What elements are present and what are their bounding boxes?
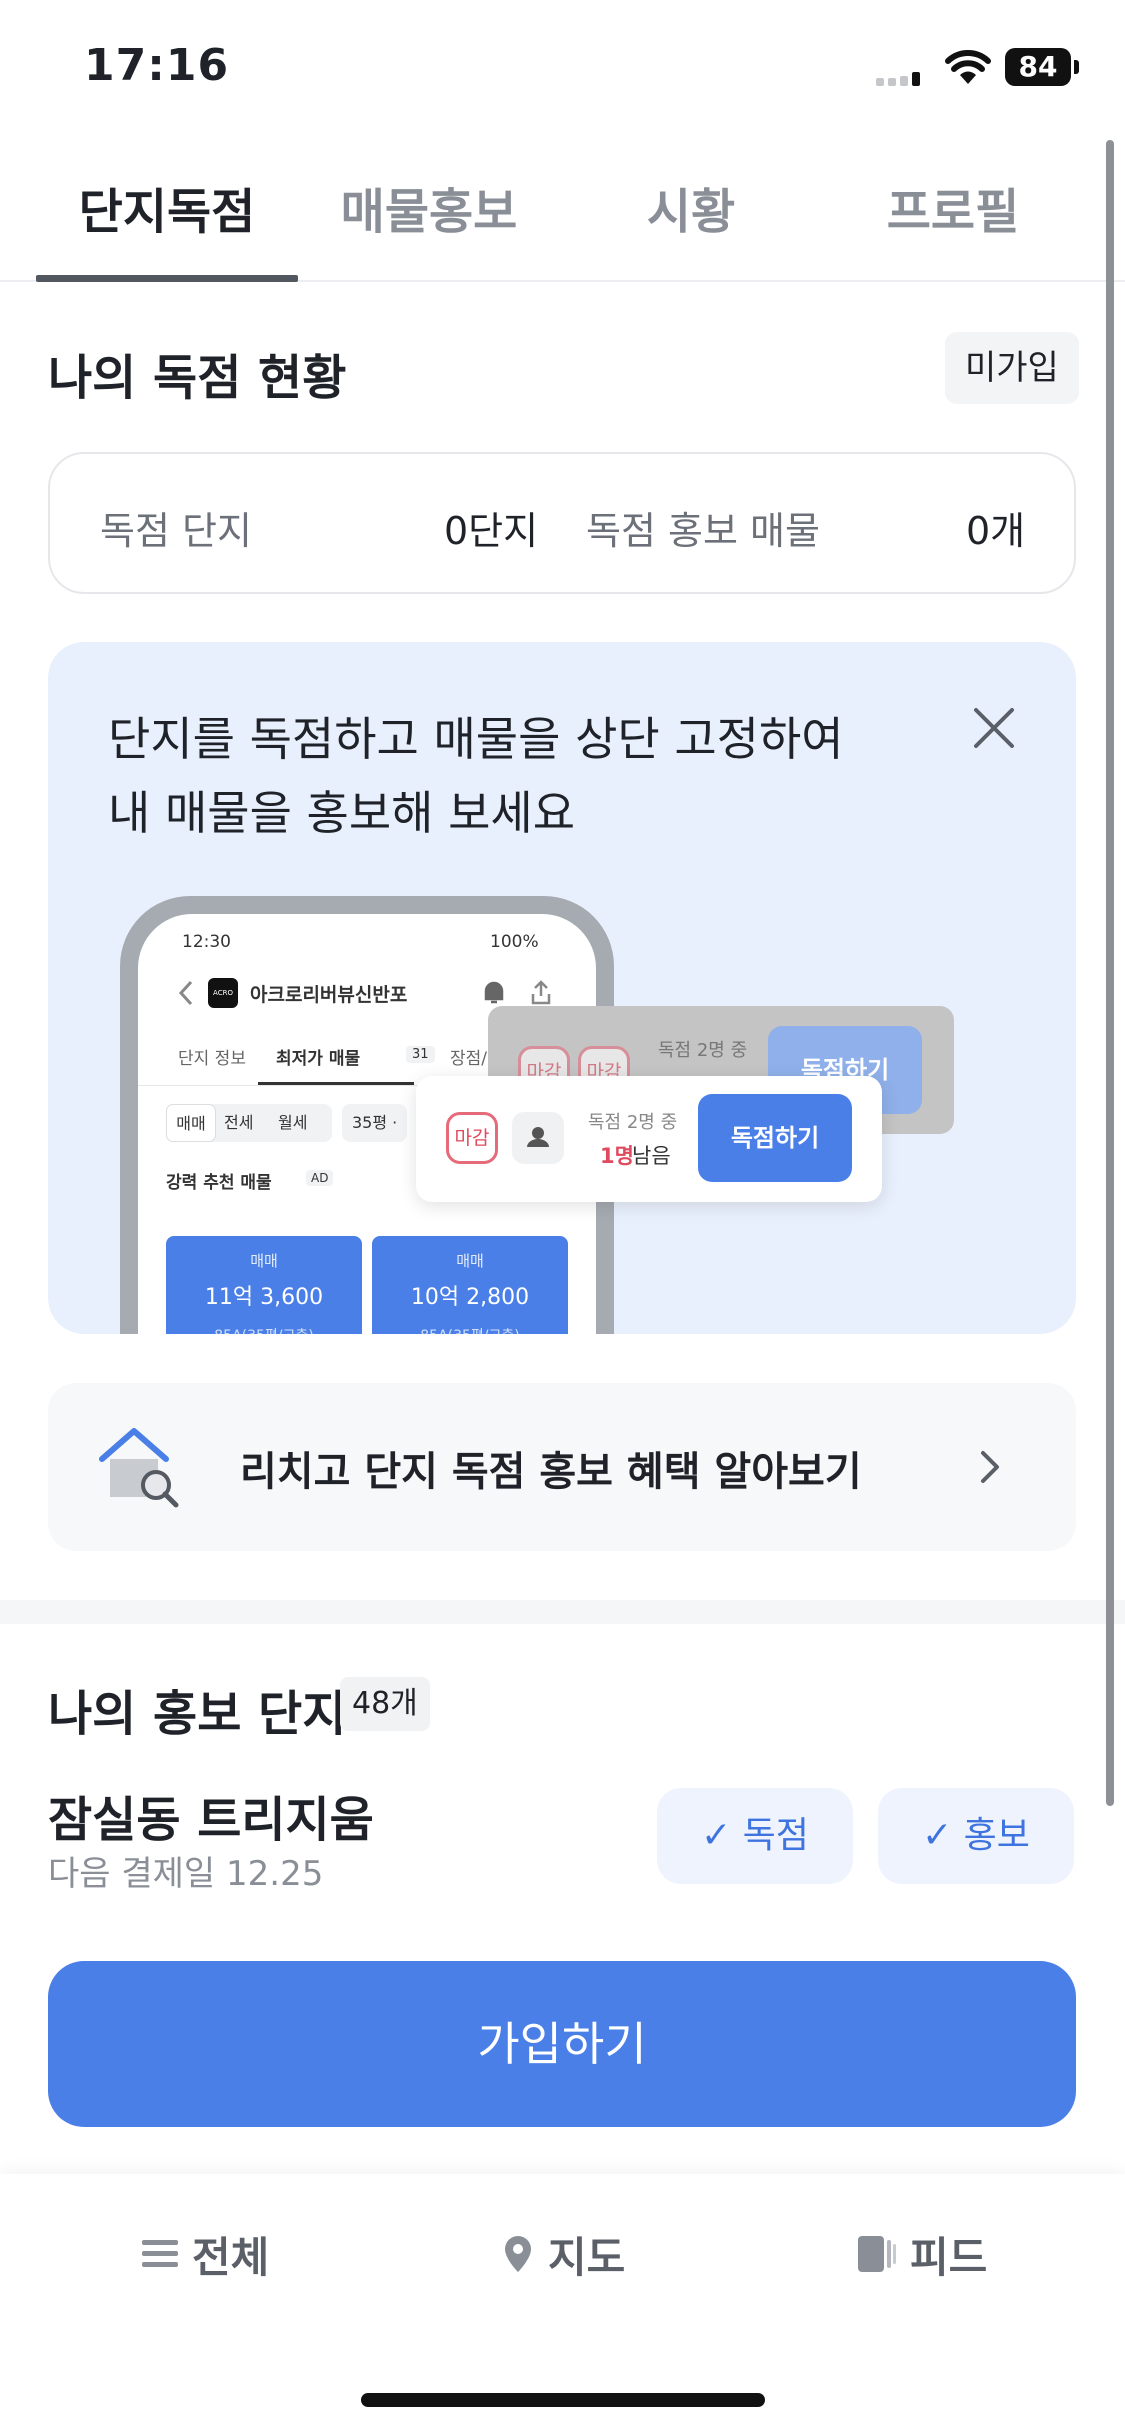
wifi-icon [945, 50, 991, 84]
exclusive-tag-button[interactable]: ✓ 독점 [657, 1788, 853, 1884]
app-screen: 17:16 84 단지독점 매물홍보 시황 프로필 나의 독점 현황 미가입 독… [0, 0, 1125, 2436]
mock-remaining-count: 1명 [600, 1144, 634, 1168]
active-tab-indicator [36, 275, 298, 282]
mock-exclusive-button: 독점하기 [698, 1094, 852, 1182]
mock-tab-info: 단지 정보 [178, 1049, 246, 1069]
person-icon [512, 1112, 564, 1164]
mock-filter-type: 매매 전세 월세 [166, 1104, 332, 1142]
mock-filter-monthly: 월세 [278, 1113, 308, 1132]
mock-card2-type: 매매 [456, 1252, 484, 1270]
mock-card2-price: 10억 2,800 [410, 1285, 530, 1310]
status-time: 17:16 [84, 40, 230, 91]
mock-filter-sale: 매매 [166, 1104, 216, 1142]
join-button[interactable]: 가입하기 [48, 1961, 1076, 2127]
stat-complex-label: 독점 단지 [100, 509, 252, 553]
nav-all[interactable]: 전체 [142, 2224, 269, 2284]
menu-icon [142, 2240, 178, 2267]
nav-map-label: 지도 [548, 2232, 626, 2282]
nav-all-label: 전체 [192, 2232, 270, 2282]
close-icon[interactable] [968, 702, 1020, 754]
tab-listing-promo[interactable]: 매물홍보 [298, 172, 560, 242]
promo-line-2: 내 매물을 홍보해 보세요 [108, 786, 576, 840]
stat-complex-value: 0단지 [444, 509, 539, 553]
section-divider [0, 1600, 1125, 1624]
status-bar: 17:16 84 [0, 0, 1125, 130]
membership-badge: 미가입 [945, 332, 1079, 404]
feed-icon [858, 2236, 896, 2272]
mock-card2-detail: 85A(35평/고층) [372, 1325, 568, 1334]
mock-popup-front: 마감 독점 2명 중 1명 남음 독점하기 [416, 1076, 882, 1202]
signal-icon [876, 72, 920, 86]
map-pin-icon [505, 2236, 531, 2272]
my-promo-title: 나의 홍보 단지 [48, 1686, 347, 1742]
promo-banner: 단지를 독점하고 매물을 상단 고정하여 내 매물을 홍보해 보세요 12:30… [48, 642, 1076, 1334]
home-indicator [361, 2393, 765, 2407]
mock-card1-type: 매매 [250, 1252, 278, 1270]
promo-tag-button[interactable]: ✓ 홍보 [878, 1788, 1074, 1884]
top-tab-bar: 단지독점 매물홍보 시황 프로필 [0, 150, 1125, 282]
mock-tab-count: 31 [406, 1046, 435, 1063]
tab-market[interactable]: 시황 [560, 172, 822, 242]
promo-count-badge: 48개 [340, 1677, 430, 1731]
nav-feed-label: 피드 [910, 2232, 988, 2282]
stat-listing-label: 독점 홍보 매물 [586, 509, 820, 553]
mock-card1-detail: 85A(35평/고층) [166, 1325, 362, 1334]
mock-remaining-suffix: 남음 [632, 1144, 671, 1168]
stat-listing-value: 0개 [966, 509, 1026, 553]
tab-exclusive[interactable]: 단지독점 [36, 172, 298, 242]
scrollbar[interactable] [1106, 140, 1114, 1806]
my-status-title: 나의 독점 현황 [48, 350, 347, 406]
tab-profile[interactable]: 프로필 [822, 172, 1084, 242]
promo-text: 단지를 독점하고 매물을 상단 고정하여 내 매물을 홍보해 보세요 [108, 702, 844, 850]
mock-time: 12:30 [182, 932, 231, 952]
benefit-link[interactable]: 리치고 단지 독점 홍보 혜택 알아보기 [48, 1383, 1076, 1551]
mock-logo: ACRO [208, 978, 238, 1008]
mock-battery: 100% [490, 932, 539, 952]
mock-filter-jeonse: 전세 [224, 1113, 254, 1132]
nav-map[interactable]: 지도 [502, 2224, 625, 2284]
mock-section-title: 강력 추천 매물 [166, 1173, 272, 1193]
battery-icon: 84 [1005, 48, 1079, 86]
nav-feed[interactable]: 피드 [858, 2224, 987, 2284]
mock-closed-badge: 마감 [446, 1112, 498, 1164]
mock-listing-card-2: 매매 10억 2,800 85A(35평/고층) [372, 1236, 568, 1334]
bell-icon [484, 981, 504, 1004]
back-icon [178, 980, 193, 1006]
complex-name: 잠실동 트리지움 [48, 1792, 374, 1848]
mock-tab-lowest: 최저가 매물 [276, 1049, 361, 1069]
house-search-icon [99, 1428, 179, 1508]
next-payment-date: 다음 결제일 12.25 [48, 1854, 324, 1894]
share-icon [531, 980, 551, 1005]
exclusive-stats-box: 독점 단지 0단지 독점 홍보 매물 0개 [48, 452, 1076, 594]
mock-filter-size: 35평 · [342, 1104, 408, 1142]
mock-complex-name: 아크로리버뷰신반포 [250, 984, 408, 1006]
chevron-right-icon [981, 1451, 999, 1483]
mock-listing-card-1: 매매 11억 3,600 85A(35평/고층) [166, 1236, 362, 1334]
mock-tab-more: 장점/ [450, 1049, 488, 1069]
promo-line-1: 단지를 독점하고 매물을 상단 고정하여 [108, 712, 844, 766]
mock-ad-badge: AD [306, 1170, 334, 1186]
benefit-link-label: 리치고 단지 독점 홍보 혜택 알아보기 [240, 1449, 862, 1495]
mock-card1-price: 11억 3,600 [204, 1285, 324, 1310]
mock-back-status: 독점 2명 중 [658, 1040, 748, 1061]
mock-front-status: 독점 2명 중 [588, 1112, 678, 1133]
